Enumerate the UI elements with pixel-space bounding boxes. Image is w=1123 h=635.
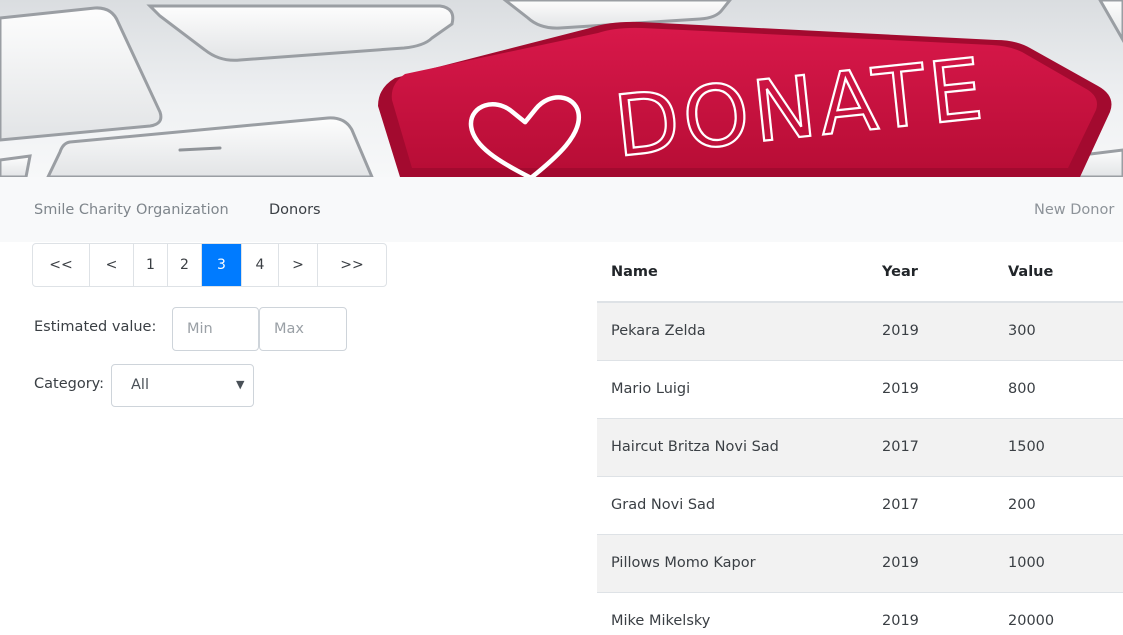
- cell-year: 2017: [868, 417, 994, 476]
- pagination-last-button[interactable]: >>: [318, 244, 386, 286]
- cell-value: 800: [994, 359, 1123, 418]
- category-selected-value: All: [131, 377, 149, 393]
- table-row[interactable]: Mario Luigi 2019 800: [597, 359, 1123, 418]
- keyboard-key: [0, 154, 32, 177]
- category-label: Category:: [34, 376, 105, 392]
- cell-year: 2019: [868, 301, 994, 360]
- pagination-prev-button[interactable]: <: [90, 244, 134, 286]
- keyboard-key: [146, 4, 455, 62]
- table-row[interactable]: Haircut Britza Novi Sad 2017 1500: [597, 417, 1123, 476]
- cell-value: 300: [994, 301, 1123, 360]
- donors-table-container: Name Year Value Pekara Zelda 2019 300 Ma…: [597, 243, 1123, 635]
- table-row[interactable]: Grad Novi Sad 2017 200: [597, 475, 1123, 534]
- chevron-down-icon: ▼: [236, 378, 245, 391]
- pagination-page-4[interactable]: 4: [242, 244, 279, 286]
- keyboard-key: [0, 6, 163, 142]
- navbar: Smile Charity Organization Donors New Do…: [0, 177, 1123, 242]
- cell-value: 20000: [994, 591, 1123, 635]
- donors-table: Name Year Value Pekara Zelda 2019 300 Ma…: [597, 243, 1123, 635]
- column-header-value[interactable]: Value: [994, 243, 1123, 303]
- cell-name: Mike Mikelsky: [597, 591, 868, 635]
- brand-link[interactable]: Smile Charity Organization: [34, 202, 229, 218]
- table-row[interactable]: Mike Mikelsky 2019 20000: [597, 591, 1123, 635]
- estimated-max-input[interactable]: [259, 307, 347, 351]
- column-header-name[interactable]: Name: [597, 243, 868, 303]
- cell-value: 1000: [994, 533, 1123, 592]
- cell-name: Haircut Britza Novi Sad: [597, 417, 868, 476]
- pagination-next-button[interactable]: >: [279, 244, 318, 286]
- category-select[interactable]: All ▼: [111, 364, 254, 407]
- estimated-min-input[interactable]: [172, 307, 259, 351]
- column-header-year[interactable]: Year: [868, 243, 994, 303]
- cell-name: Grad Novi Sad: [597, 475, 868, 534]
- table-row[interactable]: Pillows Momo Kapor 2019 1000: [597, 533, 1123, 592]
- cell-year: 2017: [868, 475, 994, 534]
- cell-value: 200: [994, 475, 1123, 534]
- donate-keyboard-image: DONATE: [0, 0, 1123, 177]
- pagination-first-button[interactable]: <<: [33, 244, 90, 286]
- cell-year: 2019: [868, 359, 994, 418]
- cell-year: 2019: [868, 533, 994, 592]
- nav-donors-link[interactable]: Donors: [269, 202, 321, 218]
- cell-name: Pekara Zelda: [597, 301, 868, 360]
- table-row[interactable]: Pekara Zelda 2019 300: [597, 301, 1123, 360]
- pagination-page-2[interactable]: 2: [168, 244, 202, 286]
- estimated-value-label: Estimated value:: [34, 319, 157, 335]
- cell-year: 2019: [868, 591, 994, 635]
- table-header-row: Name Year Value: [597, 243, 1123, 303]
- pagination-page-1[interactable]: 1: [134, 244, 168, 286]
- hero-banner: DONATE: [0, 0, 1123, 177]
- pagination: << < 1 2 3 4 > >>: [32, 243, 387, 287]
- nav-new-donor-link[interactable]: New Donor: [1034, 202, 1114, 218]
- cell-name: Mario Luigi: [597, 359, 868, 418]
- cell-value: 1500: [994, 417, 1123, 476]
- pagination-page-3[interactable]: 3: [202, 244, 242, 286]
- cell-name: Pillows Momo Kapor: [597, 533, 868, 592]
- keyboard-key: [1098, 0, 1123, 44]
